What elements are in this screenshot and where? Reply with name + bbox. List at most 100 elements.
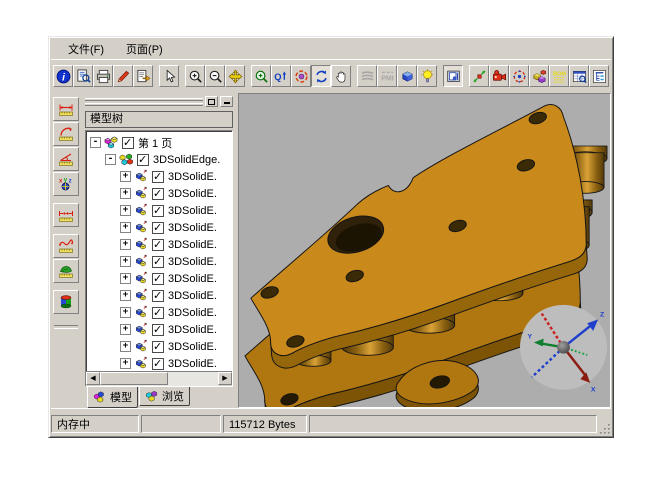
panel-hide-button[interactable] [220,96,233,107]
checkbox[interactable]: ✓ [152,273,164,285]
checkbox[interactable]: ✓ [152,256,164,268]
measure-coordinate-button[interactable]: xyz [53,172,79,196]
resize-grip[interactable] [599,423,611,435]
check-icon: ✓ [153,238,162,251]
lighting-button[interactable] [417,65,437,87]
pan-hand-button[interactable] [331,65,351,87]
zoom-in-button[interactable] [185,65,205,87]
tab-model[interactable]: 模型 [87,387,138,408]
measure-volume-button[interactable] [53,290,79,314]
measure-curve-length-button[interactable] [53,234,79,258]
viewport-3d[interactable]: Z Y X [238,93,611,408]
zoom-out-button[interactable] [205,65,225,87]
panel-maximize-button[interactable] [205,96,218,107]
tab-label: 浏览 [162,388,184,404]
assembly-button[interactable] [529,65,549,87]
checkbox[interactable]: ✓ [152,188,164,200]
expander-plus-icon[interactable]: + [120,239,131,250]
panel-gripper[interactable] [85,95,203,108]
checkbox[interactable]: ✓ [152,358,164,370]
annotate-button[interactable] [113,65,133,87]
animation-button[interactable] [489,65,509,87]
menu-item-page[interactable]: 页面(P) [117,39,172,59]
explode-icon [472,69,487,84]
report-table-button[interactable] [569,65,589,87]
expander-plus-icon[interactable]: + [120,273,131,284]
expander-plus-icon[interactable]: + [120,324,131,335]
refresh-view-button[interactable] [311,65,331,87]
checkbox[interactable]: ✓ [122,137,134,149]
print-button[interactable] [93,65,113,87]
checkbox[interactable]: ✓ [152,239,164,251]
hide-icon [224,102,230,104]
pan-cross-button[interactable] [225,65,245,87]
tree-node-label[interactable]: 3DSolidE. [168,324,217,336]
zoom-previous-button[interactable]: Q [271,65,291,87]
measure-radius-button[interactable] [53,122,79,146]
nav-ball[interactable]: Z Y X [520,305,607,394]
tree-node-label[interactable]: 3DSolidE. [168,358,217,370]
checkbox[interactable]: ✓ [152,290,164,302]
expander-plus-icon[interactable]: + [120,205,131,216]
expander-plus-icon[interactable]: + [120,307,131,318]
tree-node-label[interactable]: 3DSolidEdge. [153,154,220,166]
tree-node-label[interactable]: 3DSolidE. [168,290,217,302]
expander-plus-icon[interactable]: + [120,188,131,199]
scroll-left-button[interactable]: ◀ [86,372,100,385]
svg-text:Q: Q [274,71,281,81]
checkbox[interactable]: ✓ [137,154,149,166]
tree-node-label[interactable]: 3DSolidE. [168,273,217,285]
tab-browse[interactable]: 浏览 [139,387,190,406]
tree-node-label[interactable]: 3DSolidE. [168,239,217,251]
expander-plus-icon[interactable]: + [120,222,131,233]
tree-node-label[interactable]: 3DSolidE. [168,341,217,353]
check-icon: ✓ [153,170,162,183]
rotate-axis-button[interactable] [509,65,529,87]
checkbox[interactable]: ✓ [152,341,164,353]
bom-button[interactable]: BOM [549,65,569,87]
tree-node-label[interactable]: 3DSolidE. [168,256,217,268]
scroll-thumb[interactable] [100,372,168,385]
expander-plus-icon[interactable]: + [120,358,131,369]
about-button[interactable]: i [53,65,73,87]
status-bar: 内存中115712 Bytes [51,408,611,436]
measure-min-distance-button[interactable] [53,203,79,227]
measure-angle-button[interactable] [53,147,79,171]
rotate-view-button[interactable] [291,65,311,87]
structure-tree-button[interactable] [589,65,609,87]
open-preview-button[interactable] [73,65,93,87]
scroll-track[interactable] [100,372,218,386]
model-panel-button[interactable] [443,65,463,87]
tree-node-label[interactable]: 3DSolidE. [168,171,217,183]
checkbox[interactable]: ✓ [152,324,164,336]
zoom-window-button[interactable] [251,65,271,87]
scroll-right-button[interactable]: ▶ [218,372,232,385]
expander-plus-icon[interactable]: + [120,256,131,267]
viewport-canvas[interactable]: Z Y X [239,94,610,407]
expander-minus-icon[interactable]: - [105,154,116,165]
explode-button[interactable] [469,65,489,87]
tree-row: + ✓ 3DSolidE. [88,168,232,185]
tree-node-label[interactable]: 3DSolidE. [168,222,217,234]
measure-area-button[interactable] [53,259,79,283]
tree-hscrollbar[interactable]: ◀ ▶ [86,371,232,386]
expander-plus-icon[interactable]: + [120,341,131,352]
export-document-button[interactable] [133,65,153,87]
expander-plus-icon[interactable]: + [120,171,131,182]
expander-plus-icon[interactable]: + [120,290,131,301]
tree-node-label[interactable]: 3DSolidE. [168,205,217,217]
tree-node-label[interactable]: 第 1 页 [138,135,172,151]
checkbox[interactable]: ✓ [152,222,164,234]
measure-distance-button[interactable] [53,97,79,121]
tree-node-label[interactable]: 3DSolidE. [168,307,217,319]
checkbox[interactable]: ✓ [152,205,164,217]
checkbox[interactable]: ✓ [152,307,164,319]
about-icon: i [56,69,71,84]
select-button[interactable] [159,65,179,87]
view-cube-button[interactable] [397,65,417,87]
tree-node-label[interactable]: 3DSolidE. [168,188,217,200]
menu-item-file[interactable]: 文件(F) [59,39,113,59]
expander-minus-icon[interactable]: - [90,137,101,148]
checkbox[interactable]: ✓ [152,171,164,183]
part-node-icon [133,339,149,354]
